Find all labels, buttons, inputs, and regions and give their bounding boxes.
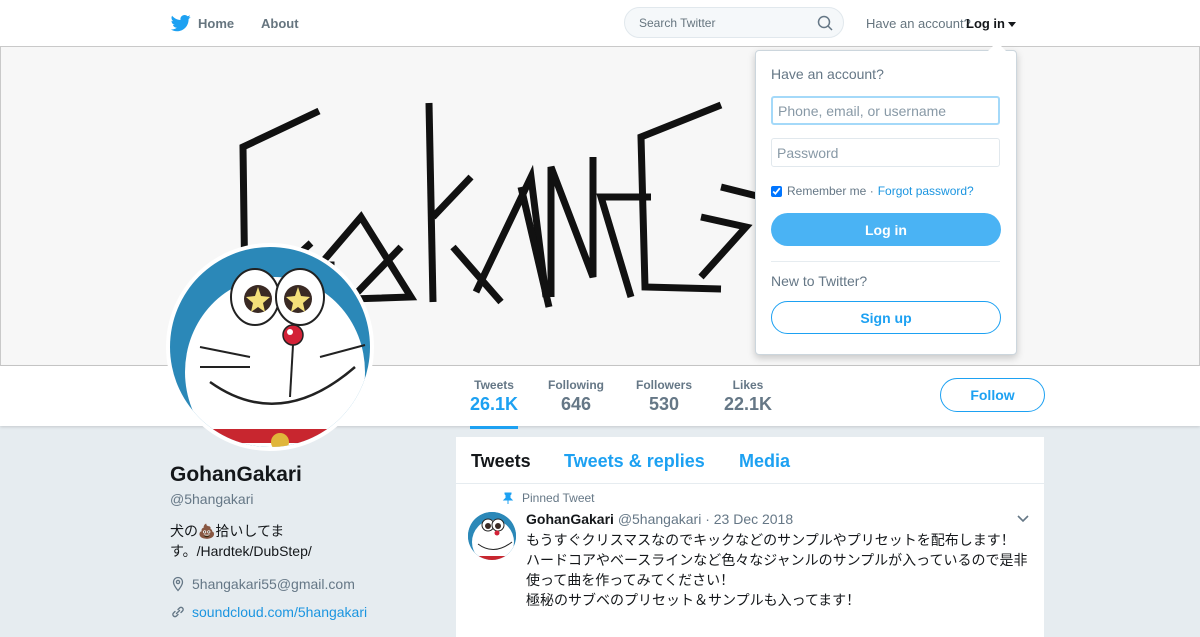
tweet-meta[interactable]: @5hangakari · 23 Dec 2018 (618, 511, 793, 527)
search-icon[interactable] (817, 15, 833, 31)
doraemon-avatar-thumb (468, 512, 516, 560)
stat-value: 26.1K (470, 394, 519, 414)
username-field[interactable] (771, 96, 1000, 125)
login-dropdown-title: Have an account? (771, 66, 884, 82)
pin-icon (502, 492, 514, 504)
tweet-header: GohanGakari @5hangakari · 23 Dec 2018 (526, 511, 793, 527)
remember-me-label[interactable]: Remember me · (787, 184, 874, 198)
caret-down-icon (1008, 22, 1016, 28)
divider (771, 261, 1000, 262)
stat-label: Followers (636, 378, 693, 392)
profile-handle[interactable]: @5hangakari (170, 491, 254, 507)
search-box[interactable] (624, 7, 844, 38)
top-nav-bar: Home About Have an account? Log in (0, 0, 1200, 47)
tweet-avatar[interactable] (468, 512, 516, 560)
profile-bio: 犬の💩拾いしてます。/Hardtek/DubStep/ (170, 523, 312, 559)
stat-likes[interactable]: Likes 22.1K (724, 378, 772, 415)
timeline-tabs: Tweets Tweets & replies Media (456, 437, 1044, 484)
new-to-twitter-label: New to Twitter? (771, 273, 868, 289)
tab-media[interactable]: Media (739, 451, 790, 472)
pinned-text: Pinned Tweet (522, 491, 595, 505)
stat-following[interactable]: Following 646 (548, 378, 604, 415)
stat-label: Following (548, 378, 604, 392)
follow-button[interactable]: Follow (940, 378, 1045, 412)
stat-label: Likes (732, 378, 764, 392)
stat-value: 22.1K (724, 394, 773, 414)
login-dropdown-toggle[interactable]: Log in (966, 16, 1016, 31)
location-pin-icon (172, 576, 184, 592)
stat-followers[interactable]: Followers 530 (636, 378, 692, 415)
profile-url[interactable]: soundcloud.com/5hangakari (192, 604, 367, 620)
signup-button[interactable]: Sign up (771, 301, 1001, 334)
timeline: Tweets Tweets & replies Media Pinned Twe… (456, 437, 1044, 637)
chevron-down-icon[interactable] (1016, 514, 1030, 524)
search-input[interactable] (637, 15, 811, 31)
profile-name[interactable]: GohanGakari (170, 463, 302, 487)
login-label: Log in (966, 16, 1005, 31)
profile-avatar[interactable] (166, 243, 374, 451)
link-icon (172, 606, 184, 618)
login-button[interactable]: Log in (771, 213, 1001, 246)
tweet-text: もうすぐクリスマスなのでキックなどのサンプルやプリセットを配布します！ ハードコ… (526, 532, 1028, 608)
stat-label: Tweets (474, 378, 514, 392)
stat-value: 646 (560, 394, 592, 414)
tab-tweets-replies[interactable]: Tweets & replies (564, 451, 705, 472)
remember-me-checkbox[interactable] (771, 185, 782, 197)
forgot-password-link[interactable]: Forgot password? (878, 184, 974, 198)
pinned-label: Pinned Tweet (502, 491, 595, 505)
stat-tweets[interactable]: Tweets 26.1K (470, 378, 519, 429)
tweet-author[interactable]: GohanGakari (526, 511, 614, 527)
remember-me-row: Remember me · Forgot password? (771, 184, 974, 198)
nav-about[interactable]: About (261, 16, 299, 31)
doraemon-avatar-image (170, 247, 370, 447)
twitter-bird-icon (170, 15, 191, 32)
profile-website[interactable]: soundcloud.com/5hangakari (170, 604, 367, 620)
nav-home[interactable]: Home (170, 13, 234, 33)
tab-tweets[interactable]: Tweets (471, 451, 531, 472)
login-dropdown: Have an account? Remember me · Forgot pa… (755, 42, 1017, 355)
nav-home-label: Home (198, 15, 235, 31)
password-field[interactable] (771, 138, 1000, 167)
profile-location: 5hangakari55@gmail.com (170, 576, 355, 592)
have-account-text: Have an account? (866, 16, 971, 31)
profile-email: 5hangakari55@gmail.com (192, 576, 355, 592)
stat-value: 530 (648, 394, 680, 414)
